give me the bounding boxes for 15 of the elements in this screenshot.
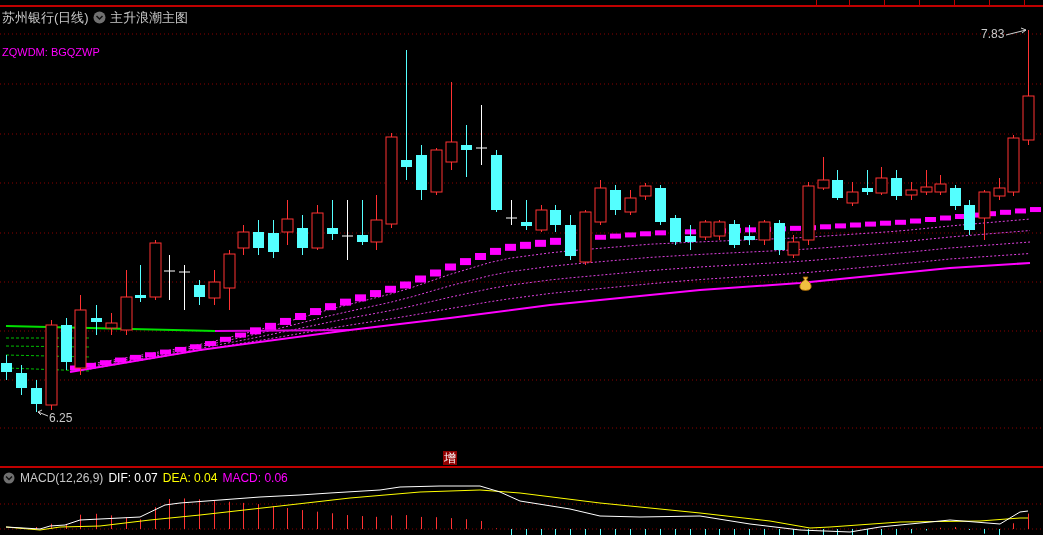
macd-reading: DIF: 0.07 [108,470,158,487]
low-price-arrow [37,409,49,417]
macd-reading: DEA: 0.04 [162,470,218,487]
high-price-label: 7.83 [981,26,1005,43]
low-price-label: 6.25 [49,410,73,427]
dropdown-icon[interactable] [92,11,106,24]
macd-reading: MACD: 0.06 [222,470,288,487]
increase-badge: 增 [443,451,457,465]
high-price-arrow [1005,27,1027,36]
macd-label: MACD(12,26,9) [20,470,104,487]
formula-label: ZQWDM: BGQZWP [2,45,100,60]
chart-title: 苏州银行(日线) [2,8,89,27]
money-bag-icon [798,276,813,291]
indicator-name[interactable]: 主升浪潮主图 [109,7,188,28]
dropdown-icon[interactable] [3,472,15,484]
